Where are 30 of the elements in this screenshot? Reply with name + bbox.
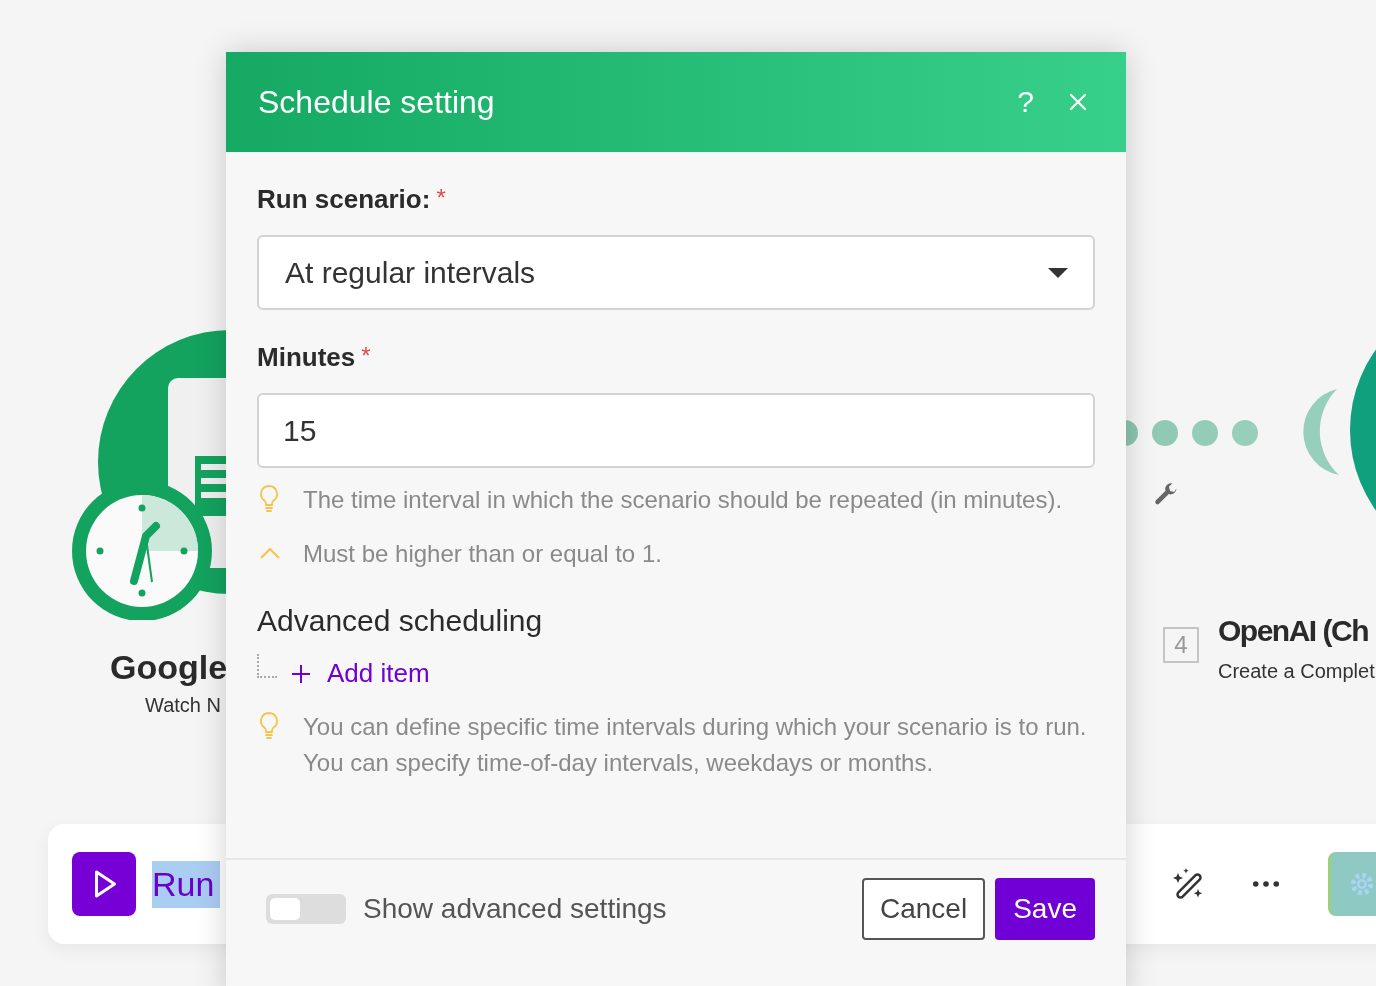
field-label: Minutes: [257, 342, 356, 373]
save-button[interactable]: Save: [995, 878, 1095, 940]
module-title: Google: [110, 648, 228, 687]
required-mark: *: [361, 342, 371, 370]
section-title: Advanced scheduling: [257, 604, 544, 638]
chevron-up-icon: [259, 546, 281, 560]
dialog-title: Schedule setting: [258, 83, 496, 121]
hint-text: You can define specific time intervals during which your scenario is to run. You can specify time-of-day intervals, weekdays or months.: [303, 712, 1088, 778]
required-mark: *: [436, 184, 446, 212]
lightbulb-icon: [259, 711, 279, 741]
plus-icon: [291, 663, 311, 684]
more-icon[interactable]: [1252, 879, 1280, 889]
hint-text: Must be higher than or equal to 1.: [303, 539, 662, 569]
field-label: Run scenario:: [257, 184, 431, 215]
lightbulb-icon: [259, 484, 279, 514]
cancel-button[interactable]: Cancel: [862, 878, 986, 940]
caret-icon: [1047, 266, 1069, 279]
module-title: OpenAI (Ch: [1218, 614, 1368, 648]
dropdown-field[interactable]: At regular intervals: [257, 235, 1095, 310]
module-subtitle: Watch N: [145, 694, 221, 717]
tree-connector-line: [257, 654, 277, 678]
add-item-button[interactable]: Add item: [291, 658, 430, 689]
run-label[interactable]: Run: [152, 860, 221, 908]
hint-text: The time interval in which the scenario should be repeated (in minutes).: [303, 485, 1063, 515]
toggle-label: Show advanced settings: [363, 893, 667, 925]
module-subtitle: Create a Complet: [1218, 660, 1375, 683]
run-button[interactable]: [72, 852, 136, 916]
toggle-switch[interactable]: [266, 894, 346, 924]
input-field[interactable]: 15: [257, 393, 1095, 468]
module-number: 4: [1163, 627, 1199, 663]
